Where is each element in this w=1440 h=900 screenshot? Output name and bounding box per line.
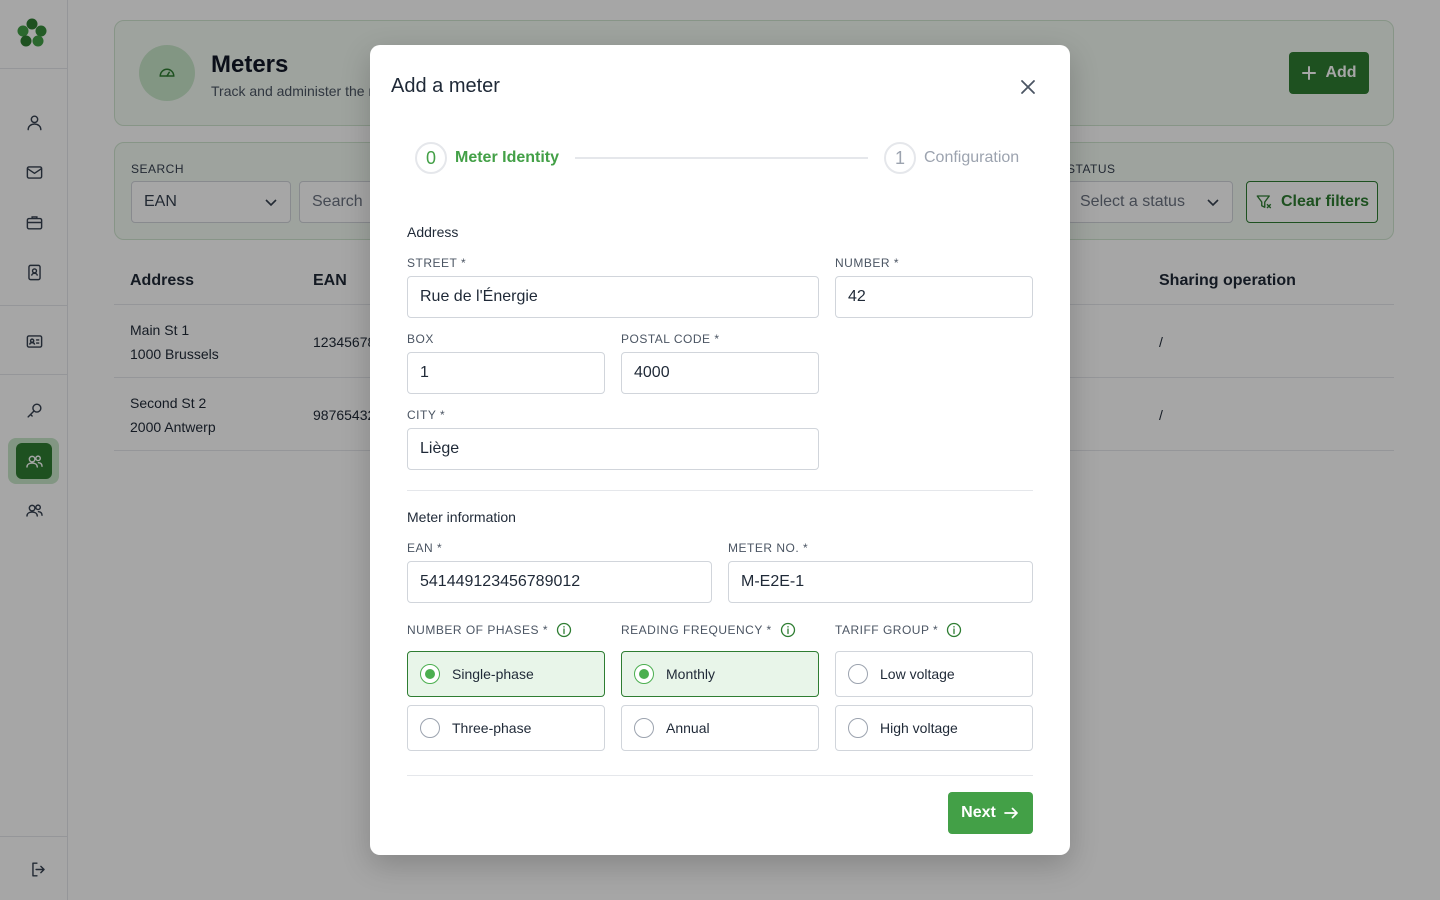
radio-indicator: [420, 718, 440, 738]
ean-input[interactable]: 541449123456789012: [407, 561, 712, 603]
frequency-option-monthly[interactable]: Monthly: [621, 651, 819, 697]
postal-code-label: POSTAL CODE *: [621, 332, 720, 346]
radio-indicator: [420, 664, 440, 684]
frequency-label: READING FREQUENCY *: [621, 623, 772, 637]
add-meter-dialog: Add a meter 0 Meter Identity 1 Configura…: [370, 45, 1070, 855]
box-label: BOX: [407, 332, 434, 346]
meter-number-input[interactable]: M-E2E-1: [728, 561, 1033, 603]
close-icon[interactable]: [1016, 75, 1040, 99]
phases-option-three[interactable]: Three-phase: [407, 705, 605, 751]
frequency-option-annual[interactable]: Annual: [621, 705, 819, 751]
radio-indicator: [634, 718, 654, 738]
radio-indicator: [634, 664, 654, 684]
option-label: Annual: [666, 720, 710, 736]
info-icon[interactable]: [556, 622, 572, 638]
city-input[interactable]: Liège: [407, 428, 819, 470]
info-icon[interactable]: [946, 622, 962, 638]
postal-code-input[interactable]: 4000: [621, 352, 819, 394]
street-label: STREET *: [407, 256, 467, 270]
next-button[interactable]: Next: [948, 792, 1033, 834]
phases-option-single[interactable]: Single-phase: [407, 651, 605, 697]
footer-divider: [407, 775, 1033, 776]
next-button-label: Next: [961, 804, 996, 821]
step-0-label[interactable]: Meter Identity: [455, 149, 559, 167]
section-divider: [407, 490, 1033, 491]
tariff-label: TARIFF GROUP *: [835, 623, 939, 637]
info-icon[interactable]: [780, 622, 796, 638]
meter-info-section-title: Meter information: [407, 509, 516, 525]
option-label: High voltage: [880, 720, 958, 736]
step-1-label[interactable]: Configuration: [924, 149, 1019, 167]
ean-label: EAN *: [407, 541, 443, 555]
radio-indicator: [848, 664, 868, 684]
option-label: Low voltage: [880, 666, 955, 682]
option-label: Single-phase: [452, 666, 534, 682]
box-input[interactable]: 1: [407, 352, 605, 394]
dialog-title: Add a meter: [391, 75, 500, 97]
stepper-connector: [575, 157, 868, 159]
step-0-indicator[interactable]: 0: [415, 142, 447, 174]
phases-label: NUMBER OF PHASES *: [407, 623, 549, 637]
phases-label-group: NUMBER OF PHASES *: [407, 622, 572, 638]
radio-indicator: [848, 718, 868, 738]
frequency-label-group: READING FREQUENCY *: [621, 622, 796, 638]
number-input[interactable]: 42: [835, 276, 1033, 318]
tariff-option-low[interactable]: Low voltage: [835, 651, 1033, 697]
street-input[interactable]: Rue de l'Énergie: [407, 276, 819, 318]
arrow-right-icon: [1004, 807, 1018, 819]
address-section-title: Address: [407, 224, 459, 240]
tariff-label-group: TARIFF GROUP *: [835, 622, 962, 638]
city-label: CITY *: [407, 408, 446, 422]
meter-number-label: METER NO. *: [728, 541, 809, 555]
option-label: Monthly: [666, 666, 716, 682]
tariff-option-high[interactable]: High voltage: [835, 705, 1033, 751]
option-label: Three-phase: [452, 720, 532, 736]
number-label: NUMBER *: [835, 256, 900, 270]
step-1-indicator[interactable]: 1: [884, 142, 916, 174]
